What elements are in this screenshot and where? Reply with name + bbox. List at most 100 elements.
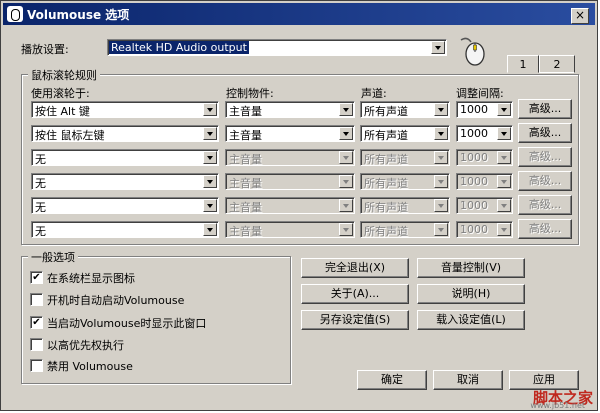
rule-component-select: 主音量	[225, 197, 355, 214]
chevron-down-icon	[497, 223, 511, 236]
chevron-down-icon[interactable]	[339, 103, 353, 116]
header-component: 控制物件:	[226, 87, 274, 100]
chevron-down-icon	[497, 151, 511, 164]
save-settings-button[interactable]: 另存设定值(S)	[301, 310, 409, 330]
chevron-down-icon[interactable]	[434, 127, 448, 140]
rule-component-select-value: 主音量	[229, 105, 262, 118]
rule-interval-select-value: 1000	[460, 127, 488, 140]
rule-advanced-button[interactable]: 高级...	[518, 99, 572, 119]
chevron-down-icon[interactable]	[339, 127, 353, 140]
rule-advanced-button: 高级...	[518, 219, 572, 239]
options-dialog: Volumouse 选项 × 播放设置: Realtek HD Audio ou…	[0, 0, 598, 411]
general-options-title: 一般选项	[28, 249, 78, 265]
option-label[interactable]: 禁用 Volumouse	[47, 358, 133, 374]
rule-channel-select-value: 所有声道	[364, 201, 408, 214]
rule-condition-select-value: 无	[35, 201, 46, 214]
rule-channel-select: 所有声道	[360, 173, 450, 190]
rule-channel-select-value: 所有声道	[364, 225, 408, 238]
rule-component-select-value: 主音量	[229, 225, 262, 238]
rule-interval-select[interactable]: 1000	[456, 101, 513, 118]
rule-component-select-value: 主音量	[229, 129, 262, 142]
chevron-down-icon	[434, 223, 448, 236]
rule-channel-select-value: 所有声道	[364, 129, 408, 142]
rule-interval-select: 1000	[456, 197, 513, 214]
chevron-down-icon	[203, 151, 217, 164]
wheel-rules-title: 鼠标滚轮规则	[28, 67, 100, 83]
option-checkbox[interactable]: ✔	[30, 271, 43, 284]
option-label[interactable]: 当启动Volumouse时显示此窗口	[47, 315, 206, 331]
rule-interval-select[interactable]: 1000	[456, 125, 513, 142]
header-use-wheel: 使用滚轮于:	[31, 87, 90, 100]
playback-device-select[interactable]: Realtek HD Audio output	[107, 39, 447, 56]
rule-condition-select[interactable]: 按住 Alt 键	[31, 101, 219, 118]
rule-component-select[interactable]: 主音量	[225, 125, 355, 142]
rule-interval-select-value: 1000	[460, 175, 488, 188]
rule-interval-select-value: 1000	[460, 151, 488, 164]
option-checkbox[interactable]	[30, 338, 43, 351]
rule-channel-select-value: 所有声道	[364, 153, 408, 166]
option-label[interactable]: 在系统栏显示图标	[47, 270, 135, 286]
chevron-down-icon	[434, 175, 448, 188]
rule-component-select: 主音量	[225, 173, 355, 190]
playback-device-value: Realtek HD Audio output	[109, 41, 249, 54]
window-title: Volumouse 选项	[27, 7, 130, 22]
rule-interval-select: 1000	[456, 173, 513, 190]
close-button[interactable]: ×	[571, 8, 589, 24]
exit-button[interactable]: 完全退出(X)	[301, 258, 409, 278]
option-label[interactable]: 以高优先权执行	[47, 337, 124, 353]
rule-advanced-button: 高级...	[518, 171, 572, 191]
chevron-down-icon[interactable]	[434, 103, 448, 116]
chevron-down-icon	[203, 175, 217, 188]
rule-component-select[interactable]: 主音量	[225, 101, 355, 118]
rule-channel-select-value: 所有声道	[364, 105, 408, 118]
rule-condition-select[interactable]: 按住 鼠标左键	[31, 125, 219, 142]
option-label[interactable]: 开机时自动启动Volumouse	[47, 292, 184, 308]
ok-button[interactable]: 确定	[357, 370, 427, 390]
chevron-down-icon[interactable]	[203, 103, 217, 116]
chevron-down-icon	[339, 151, 353, 164]
chevron-down-icon	[497, 199, 511, 212]
about-button[interactable]: 关于(A)...	[301, 284, 409, 304]
rule-channel-select: 所有声道	[360, 221, 450, 238]
rule-interval-select-value: 1000	[460, 103, 488, 116]
cancel-button[interactable]: 取消	[433, 370, 503, 390]
rule-component-select: 主音量	[225, 149, 355, 166]
chevron-down-icon[interactable]	[203, 127, 217, 140]
rule-advanced-button[interactable]: 高级...	[518, 123, 572, 143]
rule-interval-select-value: 1000	[460, 199, 488, 212]
playback-label: 播放设置:	[21, 43, 69, 56]
title-bar[interactable]: Volumouse 选项 ×	[3, 3, 595, 25]
rule-interval-select: 1000	[456, 221, 513, 238]
rule-component-select: 主音量	[225, 221, 355, 238]
rule-channel-select[interactable]: 所有声道	[360, 125, 450, 142]
rule-condition-select-value: 无	[35, 225, 46, 238]
volume-control-button[interactable]: 音量控制(V)	[417, 258, 525, 278]
header-interval: 调整间隔:	[456, 87, 504, 100]
option-checkbox[interactable]	[30, 293, 43, 306]
load-settings-button[interactable]: 载入设定值(L)	[417, 310, 525, 330]
rule-channel-select[interactable]: 所有声道	[360, 101, 450, 118]
rule-condition-select-value: 无	[35, 177, 46, 190]
chevron-down-icon	[339, 175, 353, 188]
chevron-down-icon[interactable]	[431, 41, 445, 54]
rule-condition-select-value: 按住 Alt 键	[35, 105, 90, 118]
header-channel: 声道:	[361, 87, 387, 100]
rule-condition-select: 无	[31, 197, 219, 214]
chevron-down-icon[interactable]	[497, 127, 511, 140]
watermark-url: www.jb51.net	[530, 401, 585, 410]
rule-condition-select: 无	[31, 221, 219, 238]
tab-2[interactable]: 2	[539, 55, 575, 73]
option-checkbox[interactable]: ✔	[30, 316, 43, 329]
help-button[interactable]: 说明(H)	[417, 284, 525, 304]
rule-channel-select: 所有声道	[360, 197, 450, 214]
chevron-down-icon	[339, 199, 353, 212]
tab-1[interactable]: 1	[507, 55, 539, 73]
chevron-down-icon	[434, 199, 448, 212]
rule-condition-select: 无	[31, 149, 219, 166]
mouse-icon	[460, 37, 485, 66]
rule-channel-select-value: 所有声道	[364, 177, 408, 190]
rule-interval-select-value: 1000	[460, 223, 488, 236]
rule-component-select-value: 主音量	[229, 201, 262, 214]
chevron-down-icon[interactable]	[497, 103, 511, 116]
option-checkbox[interactable]	[30, 359, 43, 372]
